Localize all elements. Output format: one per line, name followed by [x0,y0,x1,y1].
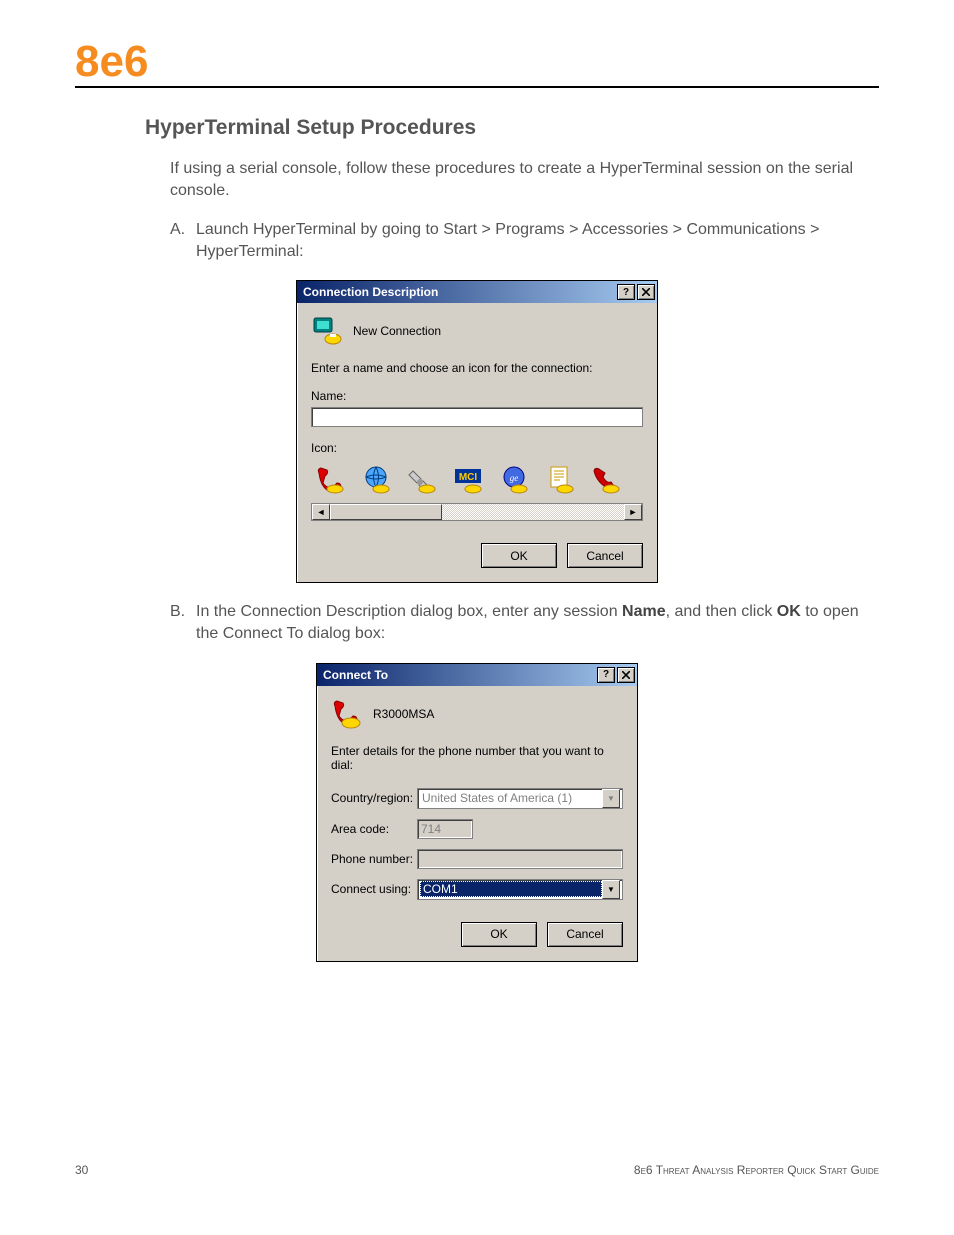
brand-logo: 8e6 [75,40,148,86]
icon-label: Icon: [311,441,643,455]
satellite-icon[interactable] [405,463,439,497]
dropdown-icon: ▼ [602,789,620,808]
step-text: In the Connection Description dialog box… [196,601,864,644]
step-b: B. In the Connection Description dialog … [170,601,864,644]
name-input[interactable] [311,407,643,427]
phone-handset-icon[interactable] [589,463,623,497]
svg-text:ge: ge [510,473,519,483]
connect-to-dialog: Connect To ? R3000MSA Enter details for … [316,663,638,962]
titlebar: Connect To ? [317,664,637,686]
footer-title: 8e6 Threat Analysis Reporter Quick Start… [634,1163,879,1177]
globe-icon[interactable] [359,463,393,497]
scroll-right-button[interactable]: ► [624,504,642,520]
close-icon [622,671,630,679]
session-icon [331,698,363,730]
help-button[interactable]: ? [597,667,615,683]
session-name-label: R3000MSA [373,707,434,721]
name-label: Name: [311,389,643,403]
icon-scrollbar[interactable]: ◄ ► [311,503,643,521]
step-letter: A. [170,219,196,262]
svg-text:MCI: MCI [459,472,478,483]
cancel-button[interactable]: Cancel [567,543,643,568]
dialog-title: Connect To [323,668,595,682]
page-number: 30 [75,1163,88,1177]
document-icon[interactable] [543,463,577,497]
phone-input[interactable] [417,849,623,869]
dialog-instruction: Enter a name and choose an icon for the … [311,361,643,375]
phone-label: Phone number: [331,852,417,866]
scroll-track[interactable] [442,504,624,520]
step-letter: B. [170,601,196,644]
scroll-left-button[interactable]: ◄ [312,504,330,520]
dropdown-icon: ▼ [602,880,620,899]
section-title: HyperTerminal Setup Procedures [145,116,879,140]
step-text: Launch HyperTerminal by going to Start >… [196,219,864,262]
dialog-title: Connection Description [303,285,615,299]
area-code-label: Area code: [331,822,417,836]
ok-button[interactable]: OK [461,922,537,947]
new-connection-label: New Connection [353,324,441,338]
cancel-button[interactable]: Cancel [547,922,623,947]
ge-logo-icon[interactable]: ge [497,463,531,497]
ok-button[interactable]: OK [481,543,557,568]
phone-red-icon[interactable] [313,463,347,497]
country-label: Country/region: [331,791,417,805]
area-code-input[interactable] [417,819,473,839]
help-button[interactable]: ? [617,284,635,300]
icon-picker[interactable]: MCI ge [311,459,643,501]
step-a: A. Launch HyperTerminal by going to Star… [170,219,864,262]
scroll-thumb[interactable] [330,504,442,520]
new-connection-icon [311,315,343,347]
close-button[interactable] [637,284,655,300]
intro-paragraph: If using a serial console, follow these … [170,158,864,201]
country-select[interactable]: United States of America (1) ▼ [417,788,623,809]
connect-using-select[interactable]: COM1 ▼ [417,879,623,900]
titlebar: Connection Description ? [297,281,657,303]
connect-using-label: Connect using: [331,882,417,896]
page-footer: 30 8e6 Threat Analysis Reporter Quick St… [75,1163,879,1177]
mci-icon[interactable]: MCI [451,463,485,497]
dialog-instruction: Enter details for the phone number that … [331,744,623,772]
connection-description-dialog: Connection Description ? [296,280,658,583]
close-button[interactable] [617,667,635,683]
close-icon [642,288,650,296]
